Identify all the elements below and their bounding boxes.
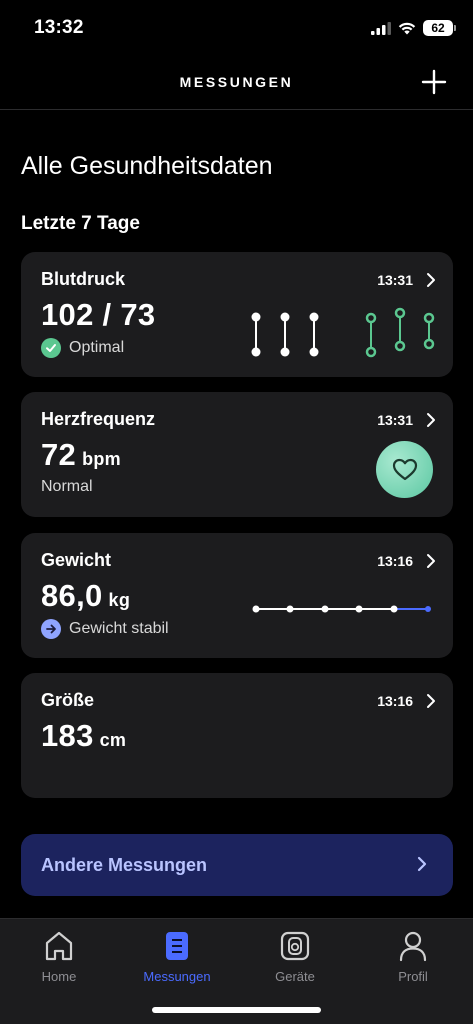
weight-point-5 <box>390 605 398 613</box>
status-bar: 13:32 62 <box>0 0 473 58</box>
tab-home[interactable]: Home <box>0 927 118 984</box>
weight-point-3 <box>321 605 329 613</box>
blood-pressure-trend-chart <box>251 307 435 358</box>
card-status: Gewicht stabil <box>41 619 169 639</box>
person-icon <box>399 931 427 962</box>
weight-point-6 <box>425 606 431 612</box>
heart-icon <box>392 458 417 480</box>
battery-icon: 62 <box>423 20 456 36</box>
bp-mark-2 <box>280 312 290 357</box>
wifi-icon <box>398 22 416 34</box>
check-circle-icon <box>41 338 61 358</box>
list-icon <box>166 932 188 960</box>
height-value: 183 <box>41 718 94 753</box>
status-icons: 62 <box>371 20 456 36</box>
heart-rate-card[interactable]: Herzfrequenz 13:31 72 bpm Normal <box>21 392 453 517</box>
tab-label: Messungen <box>143 969 211 984</box>
device-icon <box>280 931 310 961</box>
chevron-right-icon <box>417 856 427 872</box>
status-text: Optimal <box>69 339 125 356</box>
chevron-right-icon <box>427 554 435 568</box>
weight-point-4 <box>355 605 363 613</box>
tab-messungen[interactable]: Messungen <box>118 927 236 984</box>
page-title: Alle Gesundheitsdaten <box>21 152 273 180</box>
home-indicator <box>152 1007 321 1013</box>
bp-mark-3 <box>309 312 319 357</box>
status-text: Normal <box>41 478 93 495</box>
heart-badge <box>376 441 433 498</box>
card-title: Gewicht <box>41 550 112 570</box>
tab-label: Home <box>41 969 77 984</box>
card-title: Blutdruck <box>41 269 126 289</box>
weight-card[interactable]: Gewicht 13:16 86,0 kg Gewicht stabil <box>21 533 453 658</box>
card-title: Herzfrequenz <box>41 409 156 429</box>
blood-pressure-card[interactable]: Blutdruck 13:31 102 / 73 Optimal <box>21 252 453 377</box>
card-status: Normal <box>41 478 93 496</box>
weight-value: 86,0 <box>41 578 103 613</box>
header-title: MESSUNGEN <box>179 74 294 90</box>
bp-mark-6 <box>423 312 435 350</box>
house-icon <box>45 931 73 961</box>
tab-label: Geräte <box>275 969 315 984</box>
weight-unit: kg <box>108 590 131 610</box>
signal-icon <box>371 21 391 35</box>
chevron-right-icon <box>427 273 435 287</box>
bp-mark-5 <box>394 307 406 352</box>
card-time: 13:31 <box>377 272 413 288</box>
add-button[interactable] <box>421 69 447 95</box>
card-status: Optimal <box>41 338 124 358</box>
status-time: 13:32 <box>34 17 84 38</box>
tab-geraete[interactable]: Geräte <box>236 927 354 984</box>
card-value: 183 cm <box>41 718 126 754</box>
card-value: 72 bpm <box>41 437 121 473</box>
blood-pressure-value: 102 / 73 <box>41 297 156 332</box>
card-time: 13:16 <box>377 693 413 709</box>
weight-trend-chart <box>252 605 431 613</box>
nav-header: MESSUNGEN <box>0 58 473 110</box>
card-value: 86,0 kg <box>41 578 130 614</box>
heart-rate-unit: bpm <box>82 449 121 469</box>
chevron-right-icon <box>427 694 435 708</box>
chevron-right-icon <box>427 413 435 427</box>
weight-point-2 <box>286 605 294 613</box>
height-card[interactable]: Größe 13:16 183 cm <box>21 673 453 798</box>
plus-icon <box>421 69 447 95</box>
card-time: 13:16 <box>377 553 413 569</box>
card-value: 102 / 73 <box>41 297 155 333</box>
heart-rate-value: 72 <box>41 437 77 472</box>
other-measurements-label: Andere Messungen <box>41 855 208 875</box>
status-text: Gewicht stabil <box>69 620 169 637</box>
card-title: Größe <box>41 690 95 710</box>
section-title: Letzte 7 Tage <box>21 213 140 234</box>
other-measurements-button[interactable]: Andere Messungen <box>21 834 453 896</box>
card-time: 13:31 <box>377 412 413 428</box>
height-unit: cm <box>99 730 127 750</box>
tab-profil[interactable]: Profil <box>354 927 472 984</box>
arrow-right-circle-icon <box>41 619 61 639</box>
tab-label: Profil <box>398 969 428 984</box>
bp-mark-4 <box>365 312 377 358</box>
bp-mark-1 <box>251 312 261 357</box>
weight-point-1 <box>252 605 260 613</box>
